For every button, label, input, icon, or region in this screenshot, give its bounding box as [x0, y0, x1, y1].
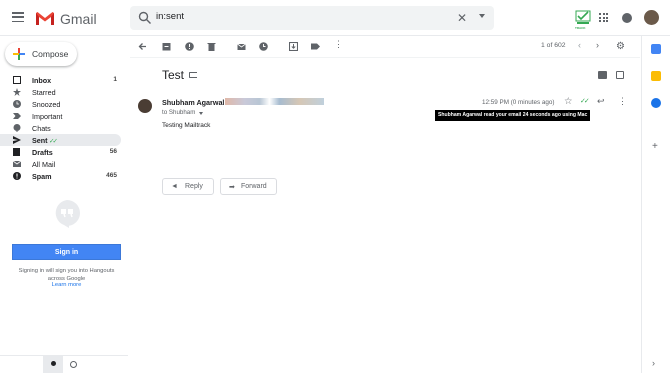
open-new-window-icon[interactable] [616, 71, 624, 79]
sidebar-item-label: Starred [32, 88, 56, 97]
calendar-icon[interactable] [651, 44, 661, 54]
hangouts-sign-in-button[interactable]: Sign in [12, 244, 121, 260]
contacts-tab[interactable] [43, 356, 63, 373]
sidebar-item-label: Important [32, 112, 63, 121]
notifications-icon[interactable] [622, 13, 632, 23]
importance-label-icon[interactable] [189, 72, 197, 78]
star-icon[interactable]: ☆ [564, 96, 573, 107]
keep-icon[interactable] [651, 71, 661, 81]
forward-button[interactable]: ➡ Forward [220, 178, 277, 195]
show-side-panel-chevron-icon[interactable]: › [652, 358, 655, 368]
back-arrow-icon[interactable] [138, 42, 147, 51]
settings-gear-icon[interactable]: ⚙ [616, 41, 625, 52]
sidebar-item-label: All Mail [32, 160, 56, 169]
snooze-icon[interactable] [259, 42, 268, 51]
google-apps-icon[interactable] [599, 13, 608, 22]
recipient-line: to Shubham [162, 109, 196, 116]
archive-icon[interactable] [162, 42, 171, 51]
side-panel-rail: + › [641, 36, 670, 373]
reply-icon: ◄ [171, 183, 178, 190]
sidebar-item-label: Spam [32, 172, 52, 181]
move-to-icon[interactable] [289, 42, 298, 51]
gmail-wordmark: Gmail [60, 11, 97, 27]
sender-avatar[interactable] [138, 99, 152, 113]
report-spam-icon[interactable] [185, 42, 194, 51]
sidebar-bottom-tabs [0, 355, 128, 373]
spam-icon [13, 172, 21, 180]
sidebar-item-label: Drafts [32, 148, 53, 157]
tasks-icon[interactable] [651, 98, 661, 108]
learn-more-link[interactable]: Learn more [12, 282, 121, 288]
sidebar-item-label: Chats [32, 124, 51, 133]
forward-icon: ➡ [229, 184, 235, 191]
mailtrack-logo-icon[interactable] [575, 9, 591, 27]
mail-icon [13, 160, 21, 167]
important-icon [13, 113, 21, 119]
app-header: Gmail ✕ TRACK [0, 0, 670, 36]
reply-label: Reply [185, 183, 203, 190]
message-time: 12:59 PM (0 minutes ago) [482, 99, 555, 106]
print-icon[interactable] [598, 71, 607, 79]
get-addons-plus-icon[interactable]: + [652, 141, 658, 152]
hangouts-tab-icon[interactable] [70, 361, 77, 368]
sidebar-item-starred[interactable]: Starred [0, 86, 128, 98]
clock-icon [13, 100, 21, 108]
chat-icon [13, 124, 21, 132]
redacted-sender-email [225, 98, 324, 105]
forward-label: Forward [241, 183, 267, 190]
older-chevron-icon[interactable]: › [596, 40, 599, 50]
inbox-icon [13, 76, 21, 84]
sidebar-item-label: Snoozed [32, 100, 61, 109]
message-body: Testing Mailtrack [162, 122, 211, 129]
reply-arrow-icon[interactable]: ↩ [597, 96, 605, 107]
unread-count: 1 [113, 76, 117, 83]
sidebar-item-chats[interactable]: Chats [0, 122, 128, 134]
pager-text: 1 of 602 [541, 42, 566, 49]
newer-chevron-icon[interactable]: ‹ [578, 40, 581, 50]
hangouts-sign-in-note: Signing in will sign you into Hangouts a… [18, 268, 115, 282]
delete-icon[interactable] [207, 42, 216, 51]
sidebar-item-label: Sent [32, 136, 48, 145]
send-icon [13, 136, 21, 144]
sidebar-item-label: Inbox [32, 76, 52, 85]
message-subject: Test [162, 68, 185, 82]
clear-search-icon[interactable]: ✕ [457, 11, 467, 25]
draft-count: 56 [109, 148, 117, 155]
show-details-icon[interactable] [199, 112, 203, 115]
sidebar-item-snoozed[interactable]: Snoozed [0, 98, 128, 110]
star-icon [13, 88, 21, 96]
person-icon [51, 361, 56, 366]
sidebar-item-drafts[interactable]: Drafts 56 [0, 146, 128, 158]
spam-count: 465 [106, 172, 117, 179]
label-icon[interactable] [311, 42, 320, 51]
main-menu-icon[interactable] [12, 12, 24, 23]
mailtrack-read-tooltip: Shubham Agarwal read your email 24 secon… [435, 110, 590, 121]
compose-button[interactable]: Compose [5, 42, 77, 66]
mailtrack-double-check-icon: ✓✓ [49, 138, 58, 145]
compose-label: Compose [32, 49, 69, 59]
search-input[interactable] [156, 11, 436, 22]
mailtrack-badge-text: TRACK [575, 26, 586, 30]
sidebar-nav: Inbox 1 Starred Snoozed Important Chats … [0, 74, 128, 182]
gmail-logo-icon[interactable] [35, 11, 55, 26]
mark-unread-icon[interactable] [237, 42, 246, 51]
draft-icon [13, 148, 20, 156]
sidebar-item-spam[interactable]: Spam 465 [0, 170, 128, 182]
sidebar-item-important[interactable]: Important [0, 110, 128, 122]
message-more-icon[interactable]: ⋮ [618, 96, 627, 107]
sidebar-item-inbox[interactable]: Inbox 1 [0, 74, 128, 86]
message-toolbar: ⋮ 1 of 602 ‹ › ⚙ [130, 36, 640, 58]
search-icon[interactable] [138, 11, 152, 25]
account-avatar[interactable] [644, 10, 659, 25]
search-options-icon[interactable] [479, 14, 485, 18]
sender-name[interactable]: Shubham Agarwal [162, 98, 224, 107]
compose-plus-icon [13, 48, 25, 60]
mailtrack-read-checks-icon[interactable]: ✓✓ [580, 97, 590, 105]
hangouts-quote-icon [55, 200, 80, 228]
sidebar-item-sent[interactable]: Sent ✓✓ [0, 134, 121, 146]
more-actions-icon[interactable]: ⋮ [334, 39, 343, 49]
search-bar[interactable]: ✕ [130, 6, 494, 30]
reply-button[interactable]: ◄ Reply [162, 178, 214, 195]
sidebar-item-all-mail[interactable]: All Mail [0, 158, 128, 170]
